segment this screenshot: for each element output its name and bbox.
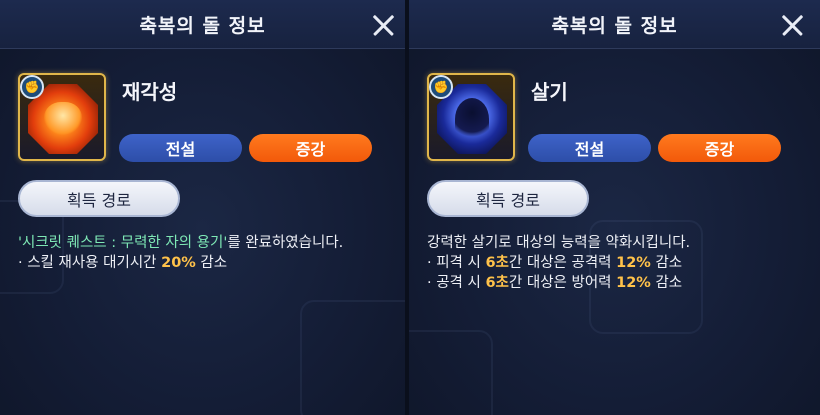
description-text: 강력한 살기로 대상의 능력을 약화시킵니다. — [427, 235, 691, 251]
type-tag-augment: 증강 — [249, 134, 372, 162]
close-icon[interactable] — [781, 14, 803, 36]
item-name: 살기 — [531, 80, 568, 104]
description: '시크릿 퀘스트 : 무력한 자의 용기'를 완료하였습니다. · 스킬 재사용… — [18, 233, 343, 273]
description-text: · 공격 시 — [427, 275, 486, 291]
close-icon[interactable] — [372, 14, 394, 36]
quest-name-highlight: '시크릿 퀘스트 : 무력한 자의 용기' — [18, 235, 228, 251]
description-text: 간 대상은 방어력 — [508, 275, 617, 291]
description-line: · 스킬 재사용 대기시간 20% 감소 — [18, 253, 343, 273]
description-line: '시크릿 퀘스트 : 무력한 자의 용기'를 완료하였습니다. — [18, 233, 343, 253]
description-text: 를 완료하였습니다. — [227, 235, 344, 251]
description-line: 강력한 살기로 대상의 능력을 약화시킵니다. — [427, 233, 690, 253]
type-tag-augment: 증강 — [658, 134, 781, 162]
description-text: 감소 — [650, 255, 683, 271]
description-text: 감소 — [650, 275, 683, 291]
acquire-route-button[interactable]: 획득 경로 — [427, 180, 589, 217]
panel-title: 축복의 돌 정보 — [551, 15, 678, 37]
description: 강력한 살기로 대상의 능력을 약화시킵니다. · 피격 시 6초간 대상은 공… — [427, 233, 690, 293]
item-name: 재각성 — [122, 80, 178, 104]
value-highlight: 20% — [161, 255, 196, 271]
blessing-stone-icon-frame: ✊ — [18, 73, 106, 161]
description-line: · 공격 시 6초간 대상은 방어력 12% 감소 — [427, 273, 690, 293]
value-highlight: 12% — [616, 275, 651, 291]
acquire-route-button[interactable]: 획득 경로 — [18, 180, 180, 217]
description-line: · 피격 시 6초간 대상은 공격력 12% 감소 — [427, 253, 690, 273]
fist-badge-icon: ✊ — [429, 75, 453, 99]
description-text: 감소 — [195, 255, 228, 271]
panel-title: 축복의 돌 정보 — [139, 15, 266, 37]
description-text: · 피격 시 — [427, 255, 486, 271]
grade-tag-legend: 전설 — [528, 134, 651, 162]
background-decoration — [300, 300, 405, 415]
description-text: · 스킬 재사용 대기시간 — [18, 255, 162, 271]
grade-tag-legend: 전설 — [119, 134, 242, 162]
description-text: 간 대상은 공격력 — [508, 255, 617, 271]
value-highlight: 6초 — [485, 255, 509, 271]
info-panel-right: 축복의 돌 정보 ✊ 살기 전설 증강 획득 경로 강력한 살기로 대상의 능력… — [409, 0, 820, 415]
blessing-stone-icon-frame: ✊ — [427, 73, 515, 161]
value-highlight: 6초 — [485, 275, 509, 291]
fist-badge-icon: ✊ — [20, 75, 44, 99]
panel-header: 축복의 돌 정보 — [409, 0, 820, 49]
panel-header: 축복의 돌 정보 — [0, 0, 405, 49]
info-panel-left: 축복의 돌 정보 ✊ 재각성 전설 증강 획득 경로 '시크릿 퀘스트 : 무력… — [0, 0, 409, 415]
background-decoration — [409, 330, 493, 415]
value-highlight: 12% — [616, 255, 651, 271]
